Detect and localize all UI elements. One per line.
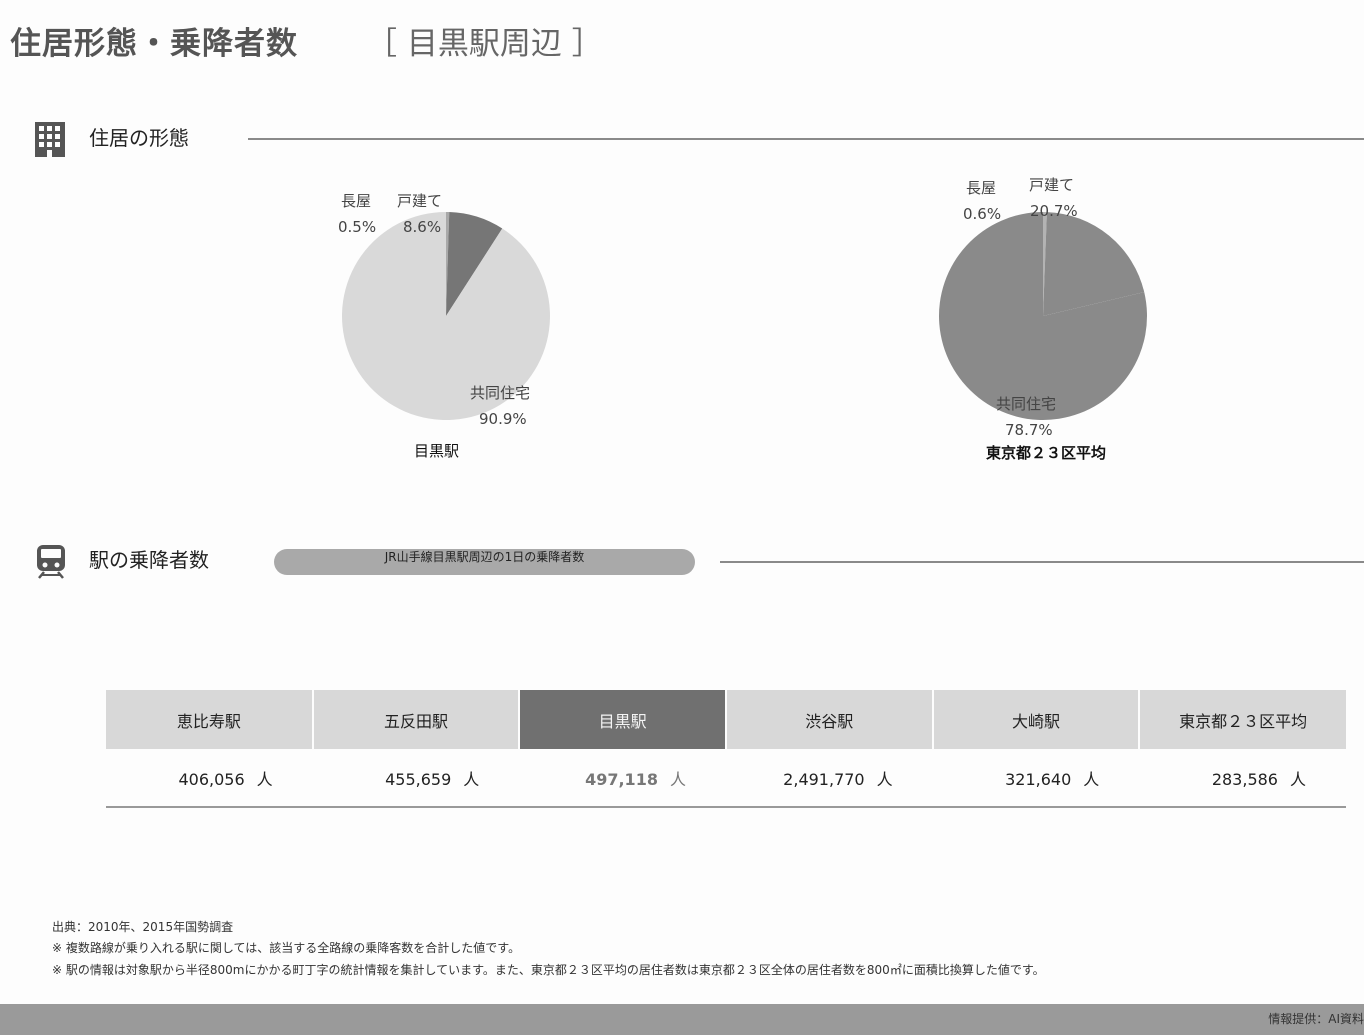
housing-section-title: 住居の形態 <box>89 126 189 150</box>
unit-label: 人 <box>1083 769 1100 789</box>
page-subtitle: ［ 目黒駅周辺 ］ <box>366 26 603 62</box>
pie-caption-meguro: 目黒駅 <box>414 442 460 460</box>
note-multiple-lines: ※ 複数路線が乗り入れる駅に関しては、該当する全路線の乗降客数を合計した値です。 <box>52 941 521 955</box>
table-header-cell: 渋谷駅 <box>725 690 934 749</box>
table-header-cell: 東京都２３区平均 <box>1139 690 1346 749</box>
unit-label: 人 <box>463 769 480 789</box>
table-header-row: 恵比寿駅 五反田駅 目黒駅 渋谷駅 大崎駅 東京都２３区平均 <box>106 690 1346 749</box>
pie-label-kyodo: 共同住宅 <box>470 384 531 402</box>
pie-value-kodate: 20.7% <box>1030 202 1078 220</box>
unit-label: 人 <box>669 769 686 789</box>
pie-chart-tokyo23: 長屋 0.6% 戸建て 20.7% 共同住宅 78.7% 東京都２３区平均 <box>700 160 1364 470</box>
pie-value-nagaya: 0.5% <box>338 218 377 236</box>
pie-value-kyodo: 90.9% <box>479 410 527 428</box>
ridership-section-title: 駅の乗降者数 <box>89 548 209 572</box>
pie-chart-meguro: 長屋 0.5% 戸建て 8.6% 共同住宅 90.9% 目黒駅 <box>0 160 700 470</box>
train-icon <box>37 545 65 579</box>
ridership-table: 恵比寿駅 五反田駅 目黒駅 渋谷駅 大崎駅 東京都２３区平均 406,056 人 … <box>106 690 1346 808</box>
table-cell: 406,056 人 <box>106 749 313 808</box>
pie-label-nagaya: 長屋 <box>341 192 372 210</box>
pie-label-kyodo: 共同住宅 <box>996 395 1057 413</box>
unit-label: 人 <box>256 769 273 789</box>
ridership-value: 455,659 <box>385 769 452 789</box>
footer-bar <box>0 1004 1364 1035</box>
building-icon <box>35 122 65 157</box>
page-title: 住居形態・乗降者数 <box>10 26 298 62</box>
note-radius: ※ 駅の情報は対象駅から半径800mにかかる町丁字の統計情報を集計しています。ま… <box>52 963 1045 977</box>
pie-value-kyodo: 78.7% <box>1005 421 1053 439</box>
table-cell: 455,659 人 <box>312 749 520 808</box>
table-cell: 283,586 人 <box>1139 749 1346 808</box>
unit-label: 人 <box>1289 769 1306 789</box>
table-header-cell: 恵比寿駅 <box>106 690 314 749</box>
table-cell: 2,491,770 人 <box>725 749 933 808</box>
table-row: 406,056 人 455,659 人 497,118 人 2,491,770 人 32… <box>106 749 1346 808</box>
table-header-cell-highlight: 目黒駅 <box>519 690 727 749</box>
ridership-value: 497,118 <box>585 769 658 789</box>
table-cell-highlight: 497,118 人 <box>519 749 726 808</box>
pie-label-kodate: 戸建て <box>1029 176 1075 194</box>
ridership-pill-label: JR山手線目黒駅周辺の1日の乗降者数 <box>274 549 695 575</box>
ridership-value: 2,491,770 <box>783 769 865 789</box>
table-cell: 321,640 人 <box>932 749 1140 808</box>
table-header-cell: 大崎駅 <box>932 690 1141 749</box>
pie-value-nagaya: 0.6% <box>963 205 1002 223</box>
pie-caption-tokyo23: 東京都２３区平均 <box>986 444 1107 462</box>
source-note: 出典：2010年、2015年国勢調査 <box>52 920 234 934</box>
table-header-cell: 五反田駅 <box>312 690 521 749</box>
ridership-section-rule <box>720 561 1364 563</box>
housing-section-rule <box>248 138 1364 140</box>
pie-label-kodate: 戸建て <box>397 192 443 210</box>
pie-value-kodate: 8.6% <box>403 218 442 236</box>
unit-label: 人 <box>876 769 893 789</box>
ridership-value: 406,056 <box>178 769 245 789</box>
footer-credit: 情報提供：AI資料 <box>1268 1012 1364 1026</box>
pie-label-nagaya: 長屋 <box>966 179 997 197</box>
ridership-value: 283,586 <box>1211 769 1278 789</box>
ridership-value: 321,640 <box>1005 769 1072 789</box>
